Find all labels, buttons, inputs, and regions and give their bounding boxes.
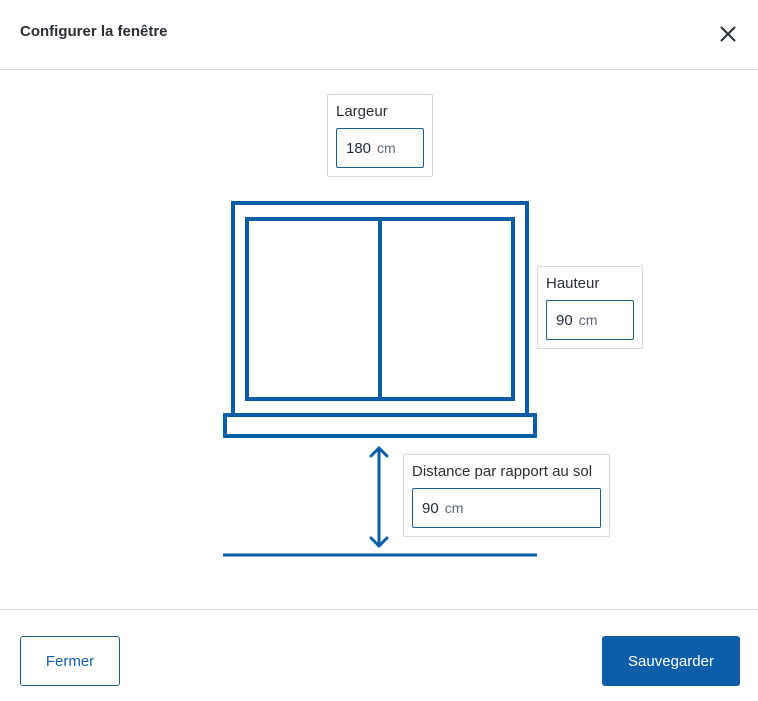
configure-window-dialog: Configurer la fenêtre Largeur 180 cm Hau… (0, 0, 758, 701)
height-value: 90 (556, 311, 573, 329)
floor-distance-field-box: Distance par rapport au sol 90 cm (403, 454, 610, 537)
floor-distance-arrow (369, 446, 389, 548)
floor-distance-value: 90 (422, 499, 439, 517)
floor-distance-label: Distance par rapport au sol (412, 463, 593, 480)
floor-distance-unit: cm (444, 500, 464, 516)
width-field-box: Largeur 180 cm (327, 94, 433, 177)
height-unit: cm (578, 312, 598, 328)
height-label: Hauteur (546, 275, 600, 292)
width-input[interactable]: 180 cm (336, 128, 424, 168)
width-label: Largeur (336, 103, 388, 120)
floor-distance-input[interactable]: 90 cm (412, 488, 601, 528)
height-field-box: Hauteur 90 cm (537, 266, 643, 349)
width-value: 180 (346, 139, 372, 157)
height-input[interactable]: 90 cm (546, 300, 634, 340)
save-button[interactable]: Sauvegarder (602, 636, 740, 686)
window-sill (223, 413, 537, 438)
dialog-footer: Fermer Sauvegarder (0, 609, 758, 701)
width-unit: cm (377, 140, 396, 156)
close-dialog-button[interactable]: Fermer (20, 636, 120, 686)
